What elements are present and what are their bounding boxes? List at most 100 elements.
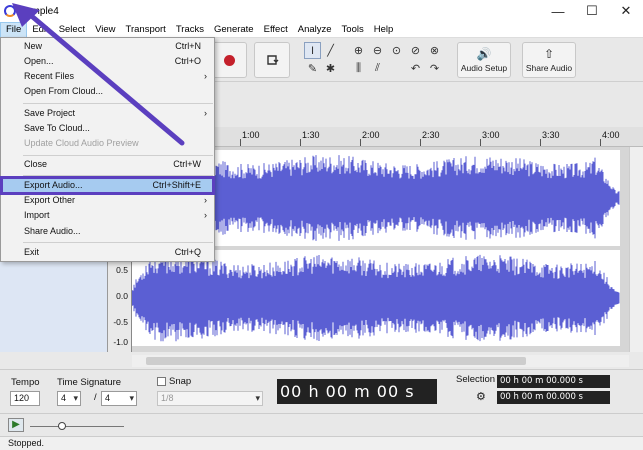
menu-item-label: Save Project	[24, 108, 76, 118]
play-at-speed-toolbar: ▶	[0, 413, 643, 436]
headphones-icon	[4, 5, 16, 17]
menu-help[interactable]: Help	[369, 22, 399, 38]
snap-checkbox[interactable]	[157, 377, 166, 386]
menu-item-save-project[interactable]: Save Project ›	[2, 106, 213, 121]
scroll-thumb[interactable]	[146, 357, 526, 365]
share-audio-button[interactable]: ⇧ Share Audio	[522, 42, 576, 78]
loop-icon	[267, 55, 279, 65]
menu-item-label: Open...	[24, 56, 54, 66]
menu-separator	[23, 155, 213, 156]
timeline-label: 4:00	[602, 130, 620, 140]
menu-item-label: Exit	[24, 247, 40, 257]
zoom-out-icon[interactable]: ⊖	[369, 42, 386, 59]
menu-tools[interactable]: Tools	[337, 22, 369, 38]
menu-item-save-to-cloud[interactable]: Save To Cloud...	[2, 121, 213, 136]
vertical-scrollbar[interactable]	[629, 147, 643, 352]
menu-item-export-audio[interactable]: Export Audio... Ctrl+Shift+E	[0, 176, 215, 195]
record-button[interactable]	[211, 42, 247, 78]
time-display[interactable]: 00 h 00 m 00 s	[277, 379, 437, 404]
menu-item-shortcut: Ctrl+Shift+E	[152, 180, 201, 190]
menu-item-recent-files[interactable]: Recent Files ›	[2, 69, 213, 84]
close-button[interactable]: ✕	[609, 0, 643, 22]
fit-selection-icon[interactable]: ⊙	[388, 42, 405, 59]
menu-item-close[interactable]: Close Ctrl+W	[2, 157, 213, 172]
play-at-speed-button[interactable]: ▶	[8, 418, 24, 432]
horizontal-scrollbar[interactable]	[132, 355, 629, 367]
menu-edit[interactable]: Edit	[27, 22, 53, 38]
draw-tool-icon[interactable]: ✎	[304, 60, 321, 77]
snap-label: Snap	[169, 376, 192, 387]
tempo-input[interactable]: 120	[10, 391, 40, 406]
menu-separator	[23, 242, 213, 243]
minimize-button[interactable]: —	[541, 0, 575, 22]
selection-end-time[interactable]: 00 h 00 m 00.000 s	[497, 391, 610, 404]
multi-tool-icon[interactable]: ✱	[322, 60, 339, 77]
share-icon: ⇧	[543, 47, 555, 61]
redo-icon[interactable]: ↷	[426, 60, 443, 77]
speed-slider-track[interactable]	[30, 426, 124, 427]
timeline-label: 2:30	[422, 130, 440, 140]
scale-label: 0.5	[116, 265, 128, 275]
speed-slider-thumb[interactable]	[58, 422, 66, 430]
undo-icon[interactable]: ↶	[407, 60, 424, 77]
status-bar: Stopped.	[0, 436, 643, 450]
zoom-toggle-icon[interactable]: ⊗	[426, 42, 443, 59]
menu-separator	[23, 175, 213, 176]
trim-icon[interactable]: ⫼	[350, 60, 367, 77]
envelope-tool-icon[interactable]: ╱	[322, 42, 339, 59]
menu-item-exit[interactable]: Exit Ctrl+Q	[2, 245, 213, 260]
selection-label: Selection	[456, 374, 496, 385]
menu-effect[interactable]: Effect	[259, 22, 293, 38]
menu-item-label: Update Cloud Audio Preview	[24, 138, 139, 148]
menu-item-shortcut: Ctrl+O	[174, 56, 201, 66]
fit-project-icon[interactable]: ⊘	[407, 42, 424, 59]
menu-item-label: Save To Cloud...	[24, 123, 90, 133]
menu-item-open-from-cloud[interactable]: Open From Cloud...	[2, 84, 213, 99]
selection-tool-icon[interactable]: I	[304, 42, 321, 59]
audio-setup-button[interactable]: 🔊 Audio Setup	[457, 42, 511, 78]
menu-select[interactable]: Select	[54, 22, 90, 38]
audacity-window: sample4 — ☐ ✕ File Edit Select View Tran…	[0, 0, 643, 450]
menu-item-shortcut: Ctrl+N	[175, 41, 201, 51]
window-title: sample4	[21, 5, 59, 17]
menu-item-new[interactable]: New Ctrl+N	[2, 39, 213, 54]
menu-item-label: Close	[24, 159, 48, 169]
maximize-button[interactable]: ☐	[575, 0, 609, 22]
menu-item-open[interactable]: Open... Ctrl+O	[2, 54, 213, 69]
waveform-path	[131, 254, 620, 342]
timeline-label: 1:00	[242, 130, 260, 140]
share-audio-label: Share Audio	[525, 63, 573, 73]
menu-item-label: Open From Cloud...	[24, 86, 104, 96]
menu-item-label: Import	[24, 210, 50, 220]
menu-generate[interactable]: Generate	[209, 22, 259, 38]
menu-view[interactable]: View	[90, 22, 120, 38]
menu-item-label: New	[24, 41, 43, 51]
snap-dropdown[interactable]: 1/8	[157, 391, 263, 406]
record-icon	[223, 54, 235, 66]
menu-separator	[23, 103, 213, 104]
timeline-label: 3:30	[542, 130, 560, 140]
menu-transport[interactable]: Transport	[121, 22, 171, 38]
speaker-icon: 🔊	[476, 47, 492, 61]
time-sig-slash: /	[94, 392, 97, 403]
title-bar: sample4 — ☐ ✕	[0, 0, 643, 22]
waveform-channel-right[interactable]	[131, 250, 620, 346]
menu-tracks[interactable]: Tracks	[171, 22, 209, 38]
menu-item-shortcut: Ctrl+W	[173, 159, 201, 169]
submenu-arrow-icon: ›	[204, 210, 207, 220]
menu-item-share-audio[interactable]: Share Audio...	[2, 224, 213, 239]
silence-icon[interactable]: ⫽	[369, 60, 386, 77]
menu-analyze[interactable]: Analyze	[293, 22, 337, 38]
menu-item-export-other[interactable]: Export Other ›	[2, 193, 213, 208]
zoom-in-icon[interactable]: ⊕	[350, 42, 367, 59]
loop-button[interactable]	[254, 42, 290, 78]
selection-start-time[interactable]: 00 h 00 m 00.000 s	[497, 375, 610, 388]
menu-file[interactable]: File	[0, 21, 28, 38]
file-menu-dropdown: New Ctrl+N Open... Ctrl+O Recent Files ›…	[0, 37, 215, 262]
time-sig-numerator[interactable]: 4	[57, 391, 81, 406]
menu-item-import[interactable]: Import ›	[2, 208, 213, 223]
settings-gear-icon[interactable]: ⚙	[476, 390, 490, 404]
time-sig-denominator[interactable]: 4	[101, 391, 137, 406]
waveform-right	[131, 254, 620, 342]
selection-toolbar: Tempo 120 Time Signature 4 / 4 Snap 1/8 …	[0, 369, 643, 413]
